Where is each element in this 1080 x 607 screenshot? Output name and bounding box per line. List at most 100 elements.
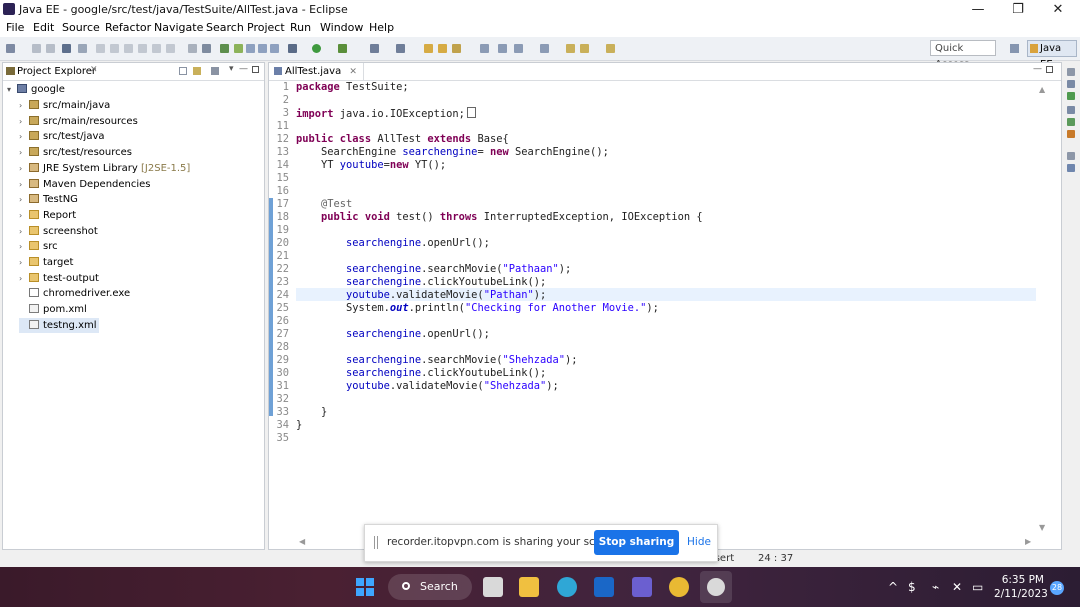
expand-chevron-icon[interactable]: › xyxy=(19,239,29,254)
toggle-icon[interactable] xyxy=(78,44,87,53)
tree-item[interactable]: › Report xyxy=(19,208,76,223)
code-line-33[interactable]: } xyxy=(296,406,327,419)
battery-icon[interactable]: ▭ xyxy=(972,580,983,594)
tree-item[interactable]: › screenshot xyxy=(19,224,98,239)
restore-bottom-icon[interactable] xyxy=(1067,152,1075,160)
folded-imports-icon[interactable] xyxy=(466,107,476,118)
task-list-icon[interactable] xyxy=(1067,92,1075,100)
outlook-icon[interactable] xyxy=(594,577,614,597)
code-line-25[interactable]: System.out.println("Checking for Another… xyxy=(296,302,659,315)
menu-file[interactable]: File xyxy=(6,21,24,34)
menu-window[interactable]: Window xyxy=(320,21,363,34)
scroll-right-icon[interactable]: ▶ xyxy=(1025,537,1031,546)
search-tool-icon[interactable] xyxy=(452,44,461,53)
step-icon[interactable] xyxy=(96,44,105,53)
menu-navigate[interactable]: Navigate xyxy=(154,21,203,34)
expand-chevron-icon[interactable]: › xyxy=(19,129,29,144)
forward-icon[interactable] xyxy=(606,44,615,53)
new-icon[interactable] xyxy=(6,44,15,53)
deploy-icon[interactable] xyxy=(246,44,255,53)
console-view-icon[interactable] xyxy=(1067,164,1075,172)
new-package-icon[interactable] xyxy=(396,44,405,53)
menu-project[interactable]: Project xyxy=(247,21,285,34)
project-explorer-tab[interactable]: Project Explorer ✕ ▾ — xyxy=(3,63,264,81)
mark-occurrences-icon[interactable] xyxy=(480,44,489,53)
maximize-editor-icon[interactable] xyxy=(1046,66,1053,73)
tree-item[interactable]: › TestNG xyxy=(19,192,78,207)
expand-chevron-icon[interactable]: › xyxy=(19,224,29,239)
collapse-all-icon[interactable] xyxy=(179,67,187,75)
testng-icon[interactable] xyxy=(234,44,243,53)
previous-annotation-icon[interactable] xyxy=(540,44,549,53)
tree-item[interactable]: › target xyxy=(19,255,73,270)
close-button[interactable]: ✕ xyxy=(1038,1,1078,19)
code-line-17[interactable]: @Test xyxy=(296,198,352,211)
menu-search[interactable]: Search xyxy=(206,21,244,34)
save-all-icon[interactable] xyxy=(46,44,55,53)
expand-chevron-icon[interactable]: › xyxy=(19,192,29,207)
tree-item[interactable]: › src xyxy=(19,239,58,254)
run-icon[interactable] xyxy=(312,44,321,53)
properties-icon[interactable] xyxy=(1067,130,1075,138)
console-icon[interactable] xyxy=(270,44,279,53)
code-line-24[interactable]: youtube.validateMovie("Pathan"); xyxy=(296,289,546,302)
publish-icon[interactable] xyxy=(202,44,211,53)
expand-chevron-icon[interactable]: › xyxy=(19,161,29,176)
minimize-editor-icon[interactable]: — xyxy=(1033,64,1042,74)
open-folder-icon[interactable] xyxy=(424,44,433,53)
step-return-icon[interactable] xyxy=(166,44,175,53)
next-annotation-icon[interactable] xyxy=(514,44,523,53)
code-line-12[interactable]: public class AllTest extends Base{ xyxy=(296,133,509,146)
link-editor-icon[interactable] xyxy=(193,67,201,75)
code-line-29[interactable]: searchengine.searchMovie("Shehzada"); xyxy=(296,354,578,367)
network-icon[interactable]: ⌁ xyxy=(932,580,939,594)
back-icon[interactable] xyxy=(580,44,589,53)
taskbar-search-button[interactable]: Search xyxy=(388,574,472,600)
expand-chevron-icon[interactable]: › xyxy=(19,208,29,223)
menu-source[interactable]: Source xyxy=(62,21,100,34)
hide-banner-link[interactable]: Hide xyxy=(687,536,711,548)
maximize-button[interactable]: ❐ xyxy=(998,1,1038,19)
close-tab-icon[interactable]: ✕ xyxy=(90,65,98,75)
scroll-left-icon[interactable]: ◀ xyxy=(299,537,305,546)
perspective-java-ee-button[interactable]: Java EE xyxy=(1027,40,1077,70)
tree-item[interactable]: › src/main/resources xyxy=(19,114,138,129)
scroll-up-icon[interactable]: ▲ xyxy=(1039,85,1045,94)
tree-project-google[interactable]: ▾ google xyxy=(7,82,65,97)
coverage-icon[interactable] xyxy=(220,44,229,53)
terminal-icon[interactable] xyxy=(62,44,71,53)
minimize-view-icon[interactable]: — xyxy=(239,64,248,74)
tree-item[interactable]: › test-output xyxy=(19,271,99,286)
expanded-chevron-icon[interactable]: ▾ xyxy=(7,82,17,97)
edge-browser-icon[interactable] xyxy=(557,577,577,597)
tree-item[interactable]: › src/test/java xyxy=(19,129,105,144)
editor-tab-alltest[interactable]: AllTest.java ✕ xyxy=(271,63,364,80)
run-external-icon[interactable] xyxy=(338,44,347,53)
taskbar-clock[interactable]: 6:35 PM 2/11/2023 xyxy=(994,573,1048,601)
tree-item[interactable]: › src/test/resources xyxy=(19,145,132,160)
view-menu-chevron-icon[interactable]: ▾ xyxy=(229,64,234,74)
menu-edit[interactable]: Edit xyxy=(33,21,54,34)
chrome-icon[interactable] xyxy=(669,577,689,597)
close-tab-icon[interactable]: ✕ xyxy=(349,67,357,77)
markers-icon[interactable] xyxy=(1067,106,1075,114)
stop-sharing-button[interactable]: Stop sharing xyxy=(594,530,679,555)
expand-chevron-icon[interactable]: › xyxy=(19,98,29,113)
menu-help[interactable]: Help xyxy=(369,21,394,34)
toggle-block-icon[interactable] xyxy=(498,44,507,53)
new-class-icon[interactable] xyxy=(370,44,379,53)
code-line-30[interactable]: searchengine.clickYoutubeLink(); xyxy=(296,367,546,380)
task-view-icon[interactable] xyxy=(483,577,503,597)
volume-muted-icon[interactable]: ✕ xyxy=(952,580,962,594)
code-line-31[interactable]: youtube.validateMovie("Shehzada"); xyxy=(296,380,559,393)
step-over-icon[interactable] xyxy=(110,44,119,53)
disconnect-icon[interactable] xyxy=(138,44,147,53)
code-line-22[interactable]: searchengine.searchMovie("Pathaan"); xyxy=(296,263,571,276)
tree-item[interactable]: › Maven Dependencies xyxy=(19,177,151,192)
teams-icon[interactable] xyxy=(632,577,652,597)
debug-icon[interactable] xyxy=(288,44,297,53)
code-line-23[interactable]: searchengine.clickYoutubeLink(); xyxy=(296,276,546,289)
expand-chevron-icon[interactable]: › xyxy=(19,145,29,160)
suspend-icon[interactable] xyxy=(124,44,133,53)
minimize-button[interactable]: — xyxy=(958,1,998,19)
